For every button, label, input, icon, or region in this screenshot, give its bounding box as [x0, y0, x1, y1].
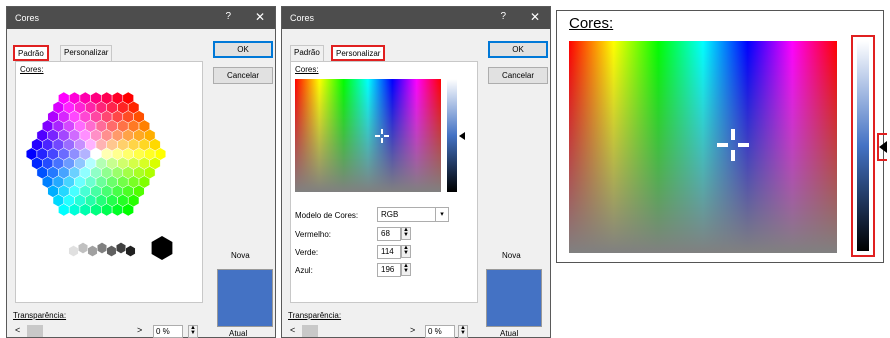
grey-cell[interactable] [106, 245, 117, 257]
transparency-spinner[interactable]: ▲ ▼ [188, 325, 198, 338]
ok-button[interactable]: OK [488, 41, 548, 58]
blue-label: Azul: [295, 266, 313, 275]
title-bar: Cores ? ✕ [7, 7, 275, 29]
slider-left-arrow[interactable]: < [290, 325, 295, 335]
grey-cell[interactable] [125, 245, 136, 257]
grey-cell[interactable] [96, 242, 108, 254]
color-spectrum[interactable] [295, 79, 441, 192]
new-color-swatch [486, 269, 542, 327]
transparency-slider-thumb[interactable] [27, 325, 43, 337]
ok-button[interactable]: OK [213, 41, 273, 58]
colors-label: Cores: [20, 65, 44, 74]
color-hexagon-picker[interactable] [16, 76, 204, 276]
grey-cell[interactable] [115, 242, 127, 254]
dialog-title: Cores [290, 13, 315, 23]
standard-colors-panel: Cores: [15, 61, 203, 303]
cancel-button[interactable]: Cancelar [213, 67, 273, 84]
new-color-swatch [217, 269, 273, 327]
current-color-label: Atual [229, 329, 248, 338]
color-spectrum[interactable] [569, 41, 837, 253]
colors-dialog-standard: Cores ? ✕ Padrão Personalizar OK Cancela… [6, 6, 276, 338]
luminance-pointer-highlight [877, 133, 887, 161]
red-input[interactable]: 68 [377, 227, 401, 241]
slider-right-arrow[interactable]: > [410, 325, 415, 335]
new-color-label: Nova [231, 251, 250, 260]
transparency-spinner[interactable]: ▲ ▼ [458, 325, 468, 338]
green-label: Verde: [295, 248, 319, 257]
luminance-pointer-icon[interactable] [459, 132, 465, 140]
color-model-select[interactable]: RGB ▾ [377, 207, 449, 222]
tab-custom[interactable]: Personalizar [331, 45, 386, 61]
blue-spinner[interactable]: ▲ ▼ [401, 263, 411, 276]
help-button[interactable]: ? [500, 11, 506, 22]
close-button[interactable]: ✕ [530, 10, 540, 24]
red-label: Vermelho: [295, 230, 332, 239]
title-bar: Cores ? ✕ [282, 7, 550, 29]
tab-standard[interactable]: Padrão [290, 45, 324, 61]
green-input[interactable]: 114 [377, 245, 401, 259]
color-model-value: RGB [381, 210, 399, 219]
dialog-title: Cores [15, 13, 40, 23]
grey-cell[interactable] [58, 242, 70, 254]
crosshair-icon [717, 129, 749, 161]
tab-custom[interactable]: Personalizar [60, 45, 113, 61]
tab-standard[interactable]: Padrão [13, 45, 49, 61]
colors-label: Cores: [295, 65, 319, 74]
grey-cell[interactable] [77, 242, 89, 254]
crosshair-icon [375, 129, 389, 143]
transparency-input[interactable]: 0 % [425, 325, 455, 338]
color-model-label: Modelo de Cores: [295, 211, 359, 220]
transparency-input[interactable]: 0 % [153, 325, 183, 338]
black-cell[interactable] [151, 236, 173, 260]
new-color-label: Nova [502, 251, 521, 260]
cancel-button[interactable]: Cancelar [488, 67, 548, 84]
colors-dialog-custom: Cores ? ✕ Padrão Personalizar OK Cancela… [281, 6, 551, 338]
transparency-slider-thumb[interactable] [302, 325, 318, 337]
colors-label: Cores: [569, 15, 614, 32]
help-button[interactable]: ? [225, 11, 231, 22]
current-color-label: Atual [500, 329, 519, 338]
transparency-label: Transparência: [288, 311, 342, 320]
luminance-slider[interactable] [447, 79, 457, 192]
grey-cell[interactable] [68, 245, 79, 257]
slider-left-arrow[interactable]: < [15, 325, 20, 335]
blue-input[interactable]: 196 [377, 263, 401, 277]
close-button[interactable]: ✕ [255, 10, 265, 24]
transparency-label: Transparência: [13, 311, 67, 320]
red-spinner[interactable]: ▲ ▼ [401, 227, 411, 240]
slider-right-arrow[interactable]: > [137, 325, 142, 335]
luminance-slider-highlight [851, 35, 875, 257]
green-spinner[interactable]: ▲ ▼ [401, 245, 411, 258]
luminance-pointer-icon[interactable] [879, 141, 887, 153]
grey-cell[interactable] [87, 245, 98, 257]
luminance-slider[interactable] [857, 41, 869, 251]
zoomed-custom-picker: Cores: [556, 10, 887, 263]
chevron-down-icon[interactable]: ▾ [435, 208, 448, 221]
